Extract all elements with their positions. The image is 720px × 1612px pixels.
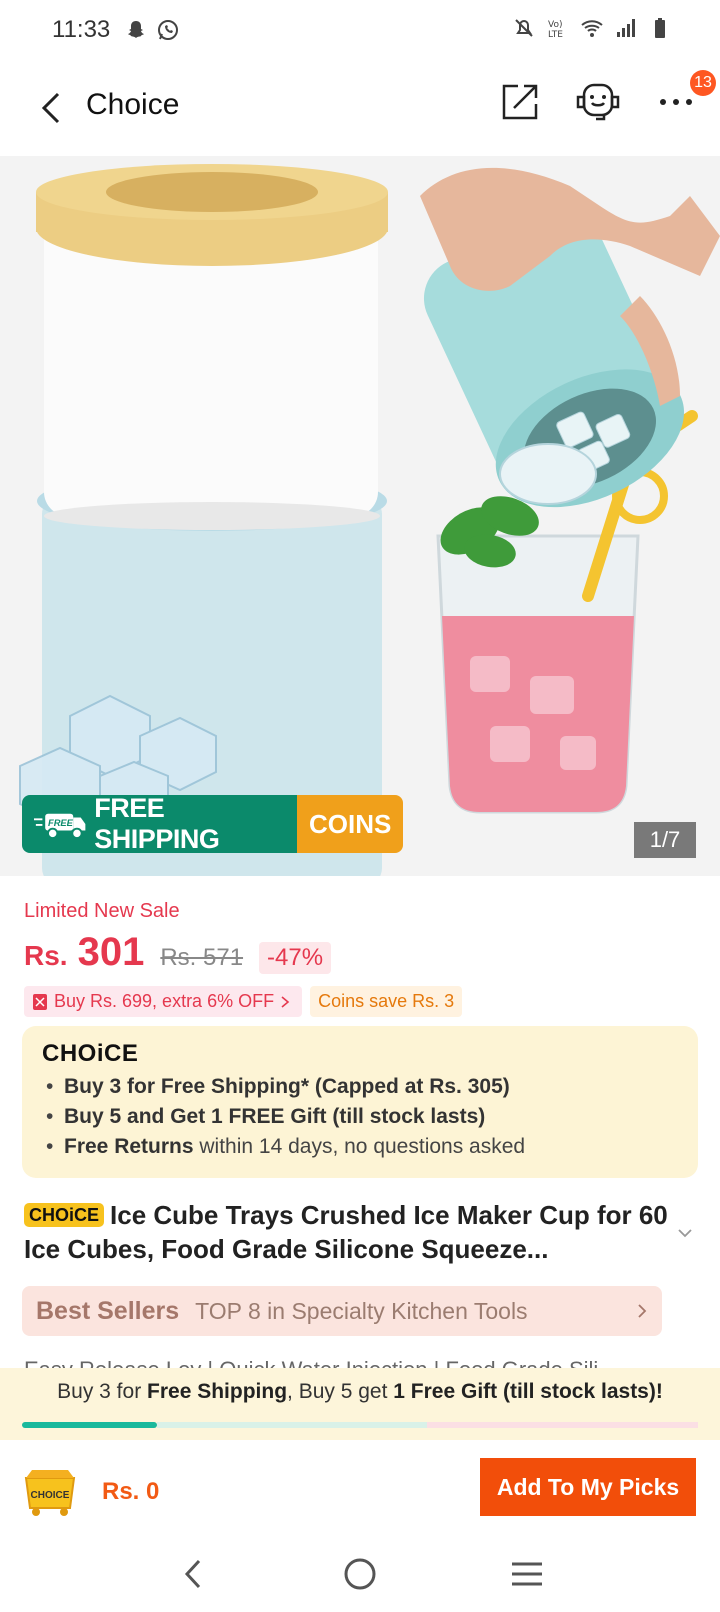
system-back-button[interactable] xyxy=(169,1550,217,1598)
back-button[interactable] xyxy=(30,84,70,132)
cart-total: Rs. 0 xyxy=(102,1478,160,1505)
cart-label: CHOICE xyxy=(31,1490,70,1501)
image-counter: 1/7 xyxy=(634,822,696,858)
coins-promo: Coins save Rs. 3 xyxy=(310,986,463,1017)
price-currency: Rs. xyxy=(24,940,68,971)
page-title: Choice xyxy=(86,88,180,121)
product-title-text: Ice Cube Trays Crushed Ice Maker Cup for… xyxy=(24,1200,668,1264)
chevron-right-icon xyxy=(638,1304,647,1318)
support-button[interactable] xyxy=(574,78,622,126)
more-icon xyxy=(660,99,692,105)
benefit-item: Free Returns within 14 days, no question… xyxy=(40,1132,680,1162)
best-sellers-rank: TOP 8 in Specialty Kitchen Tools xyxy=(195,1297,528,1324)
truck-icon: FREE xyxy=(34,813,86,839)
top-nav: Choice 13 xyxy=(0,60,720,156)
expand-chevron-icon[interactable] xyxy=(674,1222,696,1244)
chevron-right-icon xyxy=(281,995,290,1008)
system-home-button[interactable] xyxy=(336,1550,384,1598)
original-price: Rs. 571 xyxy=(160,944,244,971)
coins-label: COINS xyxy=(297,795,403,853)
share-icon xyxy=(502,84,538,120)
best-sellers-banner[interactable]: Best Sellers TOP 8 in Specialty Kitchen … xyxy=(22,1286,662,1336)
benefit-item: Buy 3 for Free Shipping* (Capped at Rs. … xyxy=(40,1072,680,1102)
product-title: CHOiCE Ice Cube Trays Crushed Ice Maker C… xyxy=(24,1198,674,1266)
product-image xyxy=(0,156,720,876)
notification-badge: 13 xyxy=(690,70,716,96)
bundle-tag-icon xyxy=(33,993,47,1010)
system-menu-button[interactable] xyxy=(503,1550,551,1598)
more-button[interactable]: 13 xyxy=(652,70,716,126)
svg-text:Vo): Vo) xyxy=(548,20,562,30)
wifi-icon xyxy=(581,20,603,37)
status-bar: 11:33 Vo) LTE xyxy=(0,0,720,60)
add-to-picks-button[interactable]: Add To My Picks xyxy=(480,1458,696,1516)
support-agent-icon xyxy=(576,83,620,121)
discount-badge: -47% xyxy=(259,942,332,974)
free-shipping-label: FREE SHIPPING xyxy=(94,795,220,853)
mute-icon xyxy=(515,19,533,37)
shipping-progress-strip: Buy 3 for Free Shipping, Buy 5 get 1 Fre… xyxy=(0,1368,720,1440)
system-nav-bar xyxy=(0,1536,720,1612)
svg-text:LTE: LTE xyxy=(548,30,563,40)
status-time: 11:33 xyxy=(52,16,111,43)
bottom-action-bar: CHOICE Rs. 0 Add To My Picks xyxy=(0,1440,720,1536)
whatsapp-icon xyxy=(158,20,179,40)
choice-cart-icon[interactable]: CHOICE xyxy=(22,1466,78,1518)
choice-logo: CHOiCE xyxy=(42,1040,139,1067)
system-menu-icon xyxy=(511,1562,542,1586)
choice-tag: CHOiCE xyxy=(24,1203,105,1227)
choice-benefits-card: CHOiCE Buy 3 for Free Shipping* (Capped … xyxy=(22,1026,698,1178)
shipping-progress-bar xyxy=(22,1422,698,1428)
volte-icon: Vo)LTE xyxy=(548,20,563,40)
best-sellers-title: Best Sellers xyxy=(36,1296,180,1325)
price-row: Rs. 301 Rs. 571 -47% xyxy=(24,930,332,975)
bundle-promo[interactable]: Buy Rs. 699, extra 6% OFF xyxy=(24,986,303,1017)
battery-icon xyxy=(655,18,665,38)
system-home-icon xyxy=(344,1558,376,1590)
sale-label: Limited New Sale xyxy=(24,900,180,922)
progress-fill xyxy=(22,1422,158,1428)
free-shipping-banner: FREE FREE SHIPPING COINS xyxy=(22,795,403,853)
system-back-icon xyxy=(185,1559,201,1589)
bundle-promo-text: Buy Rs. 699, extra 6% OFF xyxy=(54,991,275,1011)
share-button[interactable] xyxy=(496,78,544,126)
benefit-item: Buy 5 and Get 1 FREE Gift (till stock la… xyxy=(40,1102,680,1132)
current-price: 301 xyxy=(77,930,145,974)
back-arrow-icon xyxy=(41,92,60,124)
shipping-progress-text: Buy 3 for Free Shipping, Buy 5 get 1 Fre… xyxy=(57,1380,663,1403)
product-image-carousel[interactable] xyxy=(0,156,720,876)
signal-icon xyxy=(617,19,635,37)
free-badge-text: FREE xyxy=(48,818,74,828)
snapchat-icon xyxy=(128,21,145,38)
